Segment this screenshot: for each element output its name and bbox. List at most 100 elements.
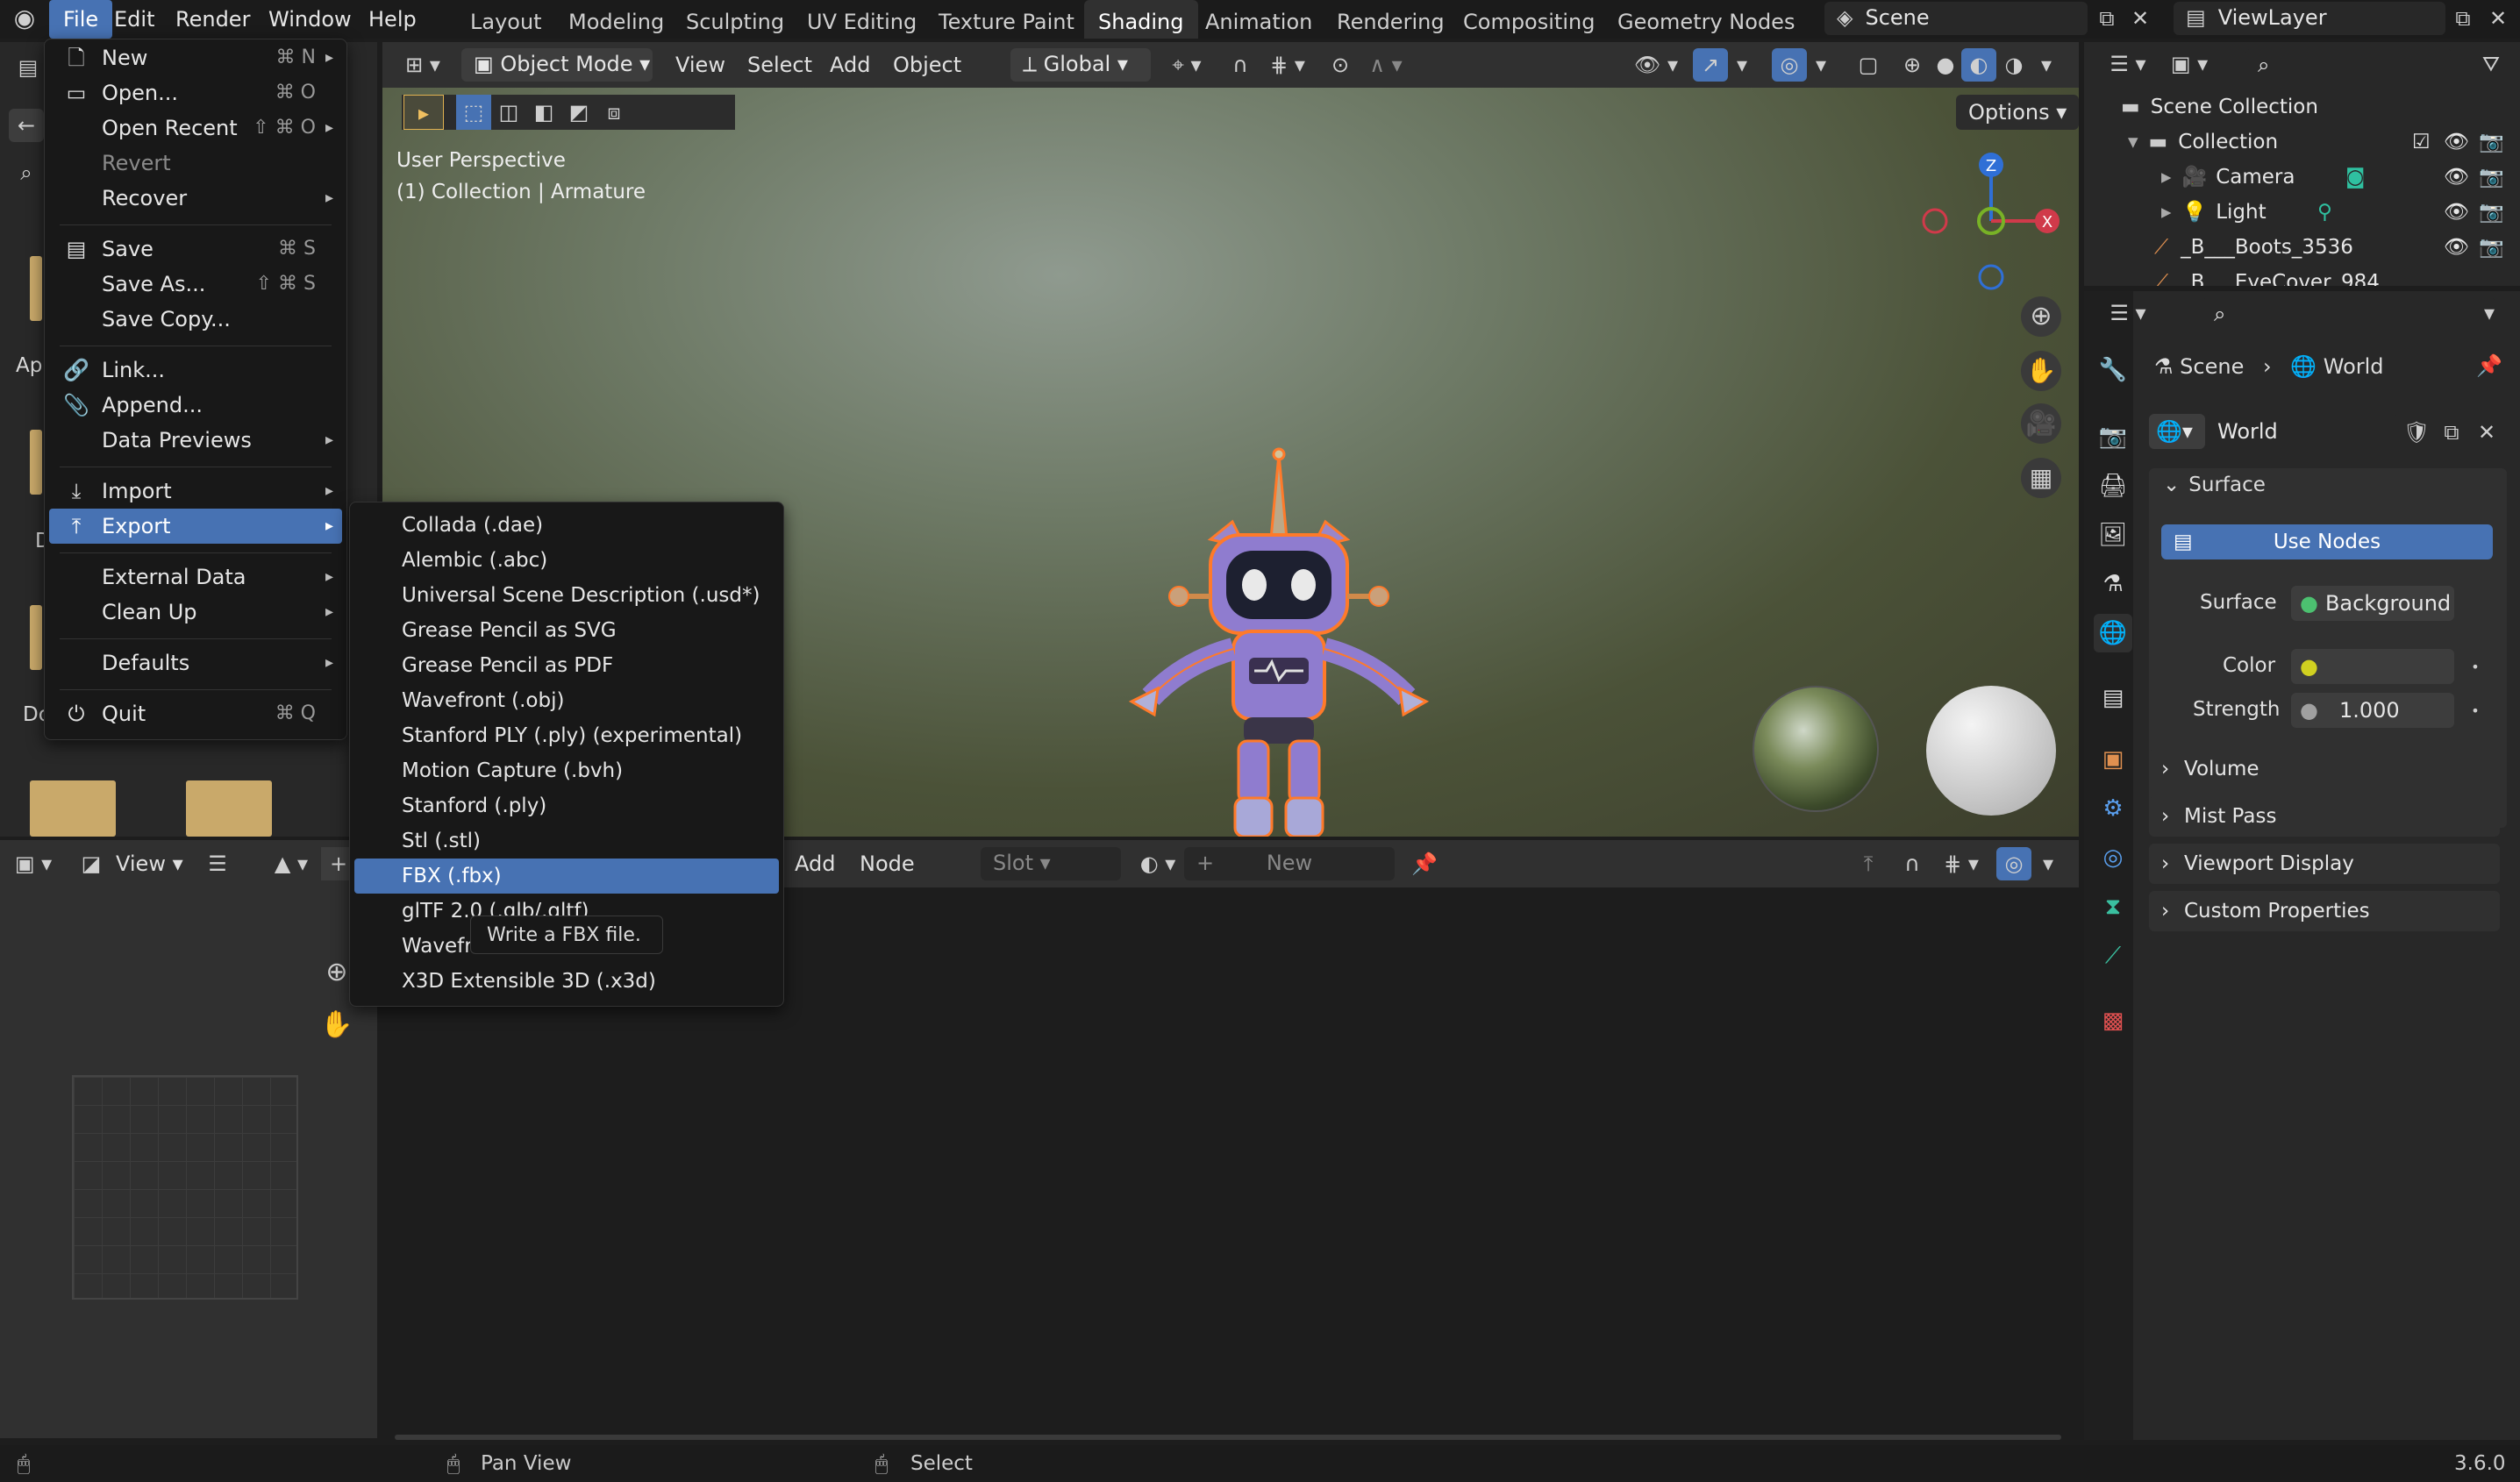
tab-modeling[interactable]: Modeling — [554, 0, 678, 39]
export-stanford-ply-experimental[interactable]: Stanford PLY (.ply) (experimental) — [354, 718, 779, 753]
proportional-edit-icon[interactable]: ⊙ — [1323, 48, 1358, 82]
data-tab-icon[interactable]: ⟋ — [2094, 937, 2132, 975]
properties-editor-type-icon[interactable]: ☰ ▾ — [2102, 296, 2154, 330]
tab-compositing[interactable]: Compositing — [1449, 0, 1609, 39]
render-tab-icon[interactable]: 📷 — [2094, 417, 2132, 456]
ortho-toggle-icon[interactable]: ▦ — [2021, 458, 2061, 498]
file-menu-clean-up[interactable]: Clean Up ▸ — [49, 595, 342, 630]
pin-icon[interactable]: 📌 — [1407, 847, 1442, 880]
tab-uv-editing[interactable]: UV Editing — [793, 0, 931, 39]
export-collada[interactable]: Collada (.dae) — [354, 508, 779, 543]
scene-tab-icon[interactable]: ⚗ — [2094, 565, 2132, 603]
tab-rendering[interactable]: Rendering — [1323, 0, 1459, 39]
pan-hand-icon[interactable]: ✋ — [318, 1008, 356, 1042]
snap-target-icon[interactable]: ⋕ ▾ — [1260, 48, 1316, 82]
file-menu-export[interactable]: ⤒ Export ▸ — [49, 509, 342, 544]
image-view-menu[interactable]: View ▾ — [107, 847, 192, 880]
eye-icon[interactable]: 👁 — [2444, 195, 2469, 230]
view-layer-tab-icon[interactable]: 🖼 — [2094, 516, 2132, 554]
file-menu-recover[interactable]: Recover ▸ — [49, 181, 342, 216]
texture-tab-icon[interactable]: ▩ — [2094, 1001, 2132, 1040]
export-x3d[interactable]: X3D Extensible 3D (.x3d) — [354, 964, 779, 999]
export-stanford-ply[interactable]: Stanford (.ply) — [354, 788, 779, 823]
file-menu-save-as[interactable]: Save As... ⇧ ⌘ S — [49, 267, 342, 302]
material-browse-icon[interactable]: ◐ ▾ — [1132, 847, 1184, 880]
viewport-menu-add[interactable]: Add — [821, 48, 879, 82]
node-snap-icon[interactable]: ∩ — [1895, 847, 1930, 880]
camera-render-icon[interactable]: 📷 — [2479, 195, 2504, 230]
overlay-dropdown-icon[interactable]: ▾ — [1810, 48, 1831, 82]
node-menu-node[interactable]: Node — [851, 847, 924, 880]
properties-search-input[interactable]: ⌕ — [2202, 298, 2496, 330]
select-intersect-icon[interactable]: ⧈ — [596, 95, 632, 130]
tab-sculpting[interactable]: Sculpting — [672, 0, 798, 39]
falloff-icon[interactable]: ∧ ▾ — [1360, 48, 1412, 82]
camera-render-icon[interactable]: 📷 — [2479, 160, 2504, 195]
camera-render-icon[interactable]: 📷 — [2479, 230, 2504, 265]
expand-arrow-icon[interactable]: ▾ — [2128, 131, 2138, 153]
new-scene-icon[interactable]: ⧉ — [2091, 2, 2123, 35]
visibility-icon[interactable]: 👁 ▾ — [1628, 48, 1684, 82]
file-menu-append[interactable]: 📎 Append... — [49, 388, 342, 423]
world-name-field[interactable]: World — [2205, 414, 2398, 449]
shading-dropdown-icon[interactable]: ▾ — [2033, 48, 2060, 82]
solid-shading-icon[interactable]: ● — [1928, 48, 1963, 82]
world-browse-icon[interactable]: 🌐▾ — [2149, 414, 2205, 449]
export-usd[interactable]: Universal Scene Description (.usd*) — [354, 578, 779, 613]
tree-eyecover[interactable]: ⟋ _B___EyeCover_984 — [2154, 265, 2380, 286]
eye-icon[interactable]: 👁 — [2444, 125, 2469, 160]
camera-view-icon[interactable]: 🎥 — [2021, 403, 2061, 444]
rendered-shading-icon[interactable]: ◑ — [1996, 48, 2031, 82]
eye-icon[interactable]: 👁 — [2444, 230, 2469, 265]
export-stl[interactable]: Stl (.stl) — [354, 823, 779, 859]
file-menu-external-data[interactable]: External Data ▸ — [49, 559, 342, 595]
file-menu-open-recent[interactable]: Open Recent ⇧ ⌘ O ▸ — [49, 110, 342, 146]
box-select-icon[interactable]: ⬚ — [456, 95, 491, 130]
image-mode-icon[interactable]: ◪ — [75, 847, 107, 880]
parent-node-icon[interactable]: ⤒ — [1851, 847, 1886, 880]
blender-logo-icon[interactable]: ◉ — [7, 2, 42, 35]
tree-light[interactable]: ▸ 💡 Light ⚲ 👁 📷 — [2161, 195, 2505, 230]
export-wavefront-obj[interactable]: Wavefront (.obj) — [354, 683, 779, 718]
world-tab-icon[interactable]: 🌐 — [2094, 614, 2132, 652]
folder-icon[interactable] — [30, 430, 42, 495]
gizmo-toggle-icon[interactable]: ↗ — [1693, 48, 1728, 82]
close-viewlayer-icon[interactable]: ✕ — [2482, 2, 2514, 35]
node-editor-scrollbar[interactable] — [395, 1435, 2061, 1440]
file-menu-data-previews[interactable]: Data Previews ▸ — [49, 423, 342, 458]
pin-properties-icon[interactable]: 📌 — [2472, 349, 2507, 382]
select-invert-icon[interactable]: ◩ — [561, 95, 596, 130]
properties-options-icon[interactable]: ▾ — [2472, 296, 2507, 330]
mist-pass-panel-header[interactable]: › Mist Pass — [2149, 796, 2500, 837]
new-material-button[interactable]: + New — [1184, 847, 1395, 880]
image-editor-type-icon[interactable]: ▣ ▾ — [9, 847, 58, 880]
tree-collection[interactable]: ▾ ▬ Collection ☑ 👁 📷 — [2128, 125, 2505, 160]
surface-panel-header[interactable]: ⌄ Surface — [2163, 474, 2266, 496]
node-overlay-icon[interactable]: ◎ — [1996, 847, 2031, 880]
select-subtract-icon[interactable]: ◧ — [526, 95, 561, 130]
tab-animation[interactable]: Animation — [1191, 0, 1326, 39]
viewport-editor-type-icon[interactable]: ⊞ ▾ — [396, 48, 449, 82]
menu-help[interactable]: Help — [354, 0, 431, 39]
pivot-icon[interactable]: ⌖ ▾ — [1160, 48, 1214, 82]
file-menu-new[interactable]: 🗋 New ⌘ N ▸ — [49, 40, 342, 75]
collection-tab-icon[interactable]: ▤ — [2094, 679, 2132, 717]
select-extend-icon[interactable]: ◫ — [491, 95, 526, 130]
node-snap-target-icon[interactable]: ⋕ ▾ — [1933, 847, 1989, 880]
menu-window[interactable]: Window — [254, 0, 366, 39]
menu-render[interactable]: Render — [161, 0, 264, 39]
folder-icon[interactable] — [30, 256, 42, 321]
custom-properties-panel-header[interactable]: › Custom Properties — [2149, 891, 2500, 931]
viewport-menu-select[interactable]: Select — [739, 48, 821, 82]
options-dropdown[interactable]: Options ▾ — [1956, 95, 2080, 130]
keyframe-dot-icon[interactable]: • — [2466, 651, 2484, 684]
back-icon[interactable]: ← — [9, 109, 44, 142]
viewport-display-panel-header[interactable]: › Viewport Display — [2149, 844, 2500, 884]
file-menu-import[interactable]: ⤓ Import ▸ — [49, 474, 342, 509]
snap-icon[interactable]: ∩ — [1223, 48, 1258, 82]
folder-video-icon[interactable] — [186, 780, 272, 837]
navigation-gizmo[interactable]: Z X — [1912, 147, 2070, 305]
keyframe-dot-icon[interactable]: • — [2466, 695, 2484, 728]
export-fbx[interactable]: FBX (.fbx) — [354, 859, 779, 894]
pan-viewport-icon[interactable]: ✋ — [2021, 351, 2061, 391]
